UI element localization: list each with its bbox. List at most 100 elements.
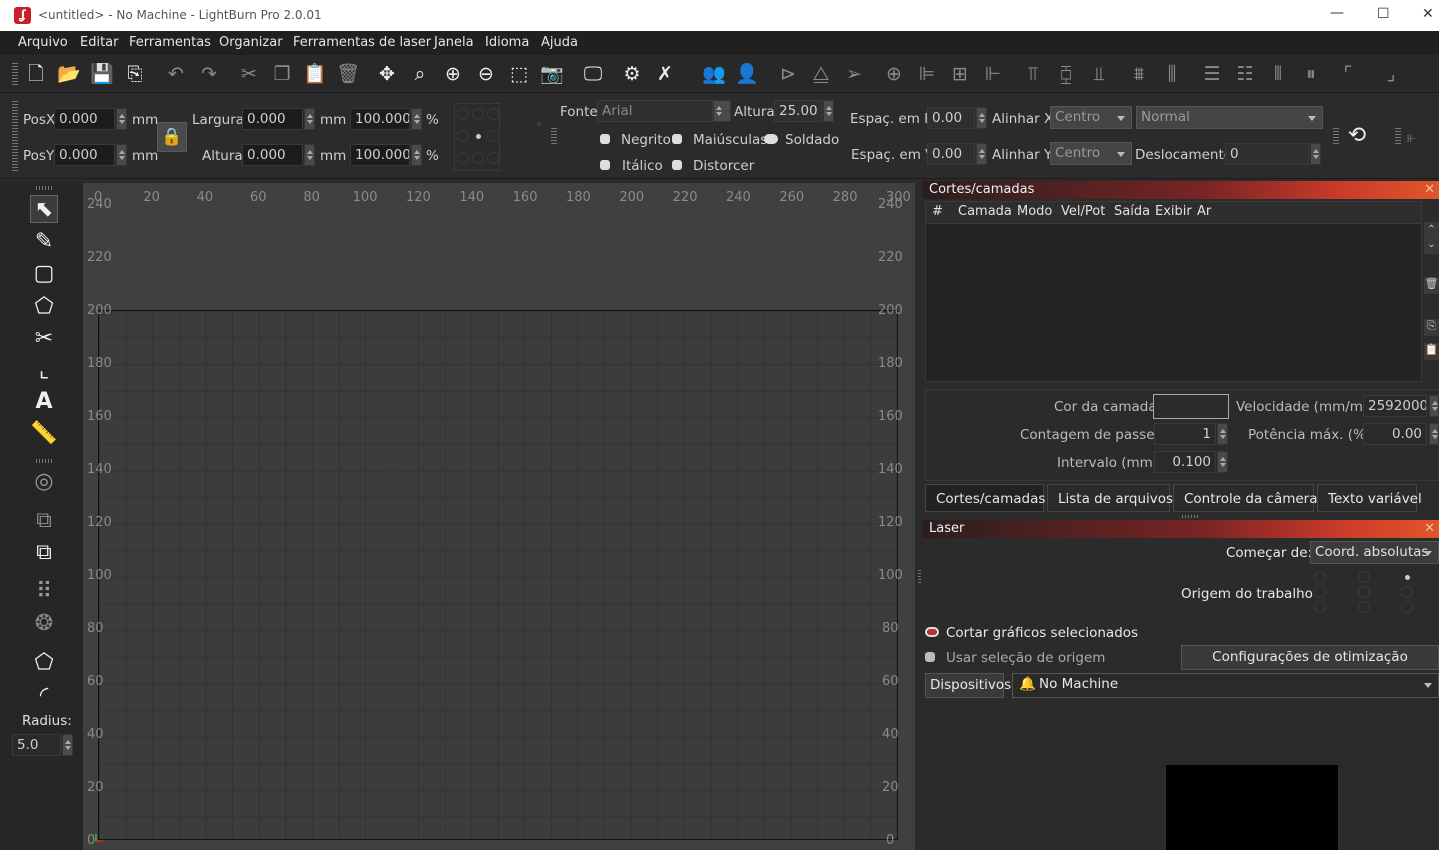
distort-checkbox[interactable]: [672, 160, 682, 170]
mirror-v-icon[interactable]: ⧋: [808, 61, 834, 87]
text-height-field[interactable]: 25.00: [774, 100, 822, 122]
align-top-icon[interactable]: ⫪: [1020, 61, 1046, 87]
frame-tool-icon[interactable]: ⌞: [30, 356, 58, 384]
save-icon[interactable]: 💾: [89, 61, 115, 87]
devices-button[interactable]: Dispositivos: [925, 673, 1011, 698]
delete-icon[interactable]: 🗑: [335, 61, 361, 87]
scale-x-spinner[interactable]: [411, 108, 422, 130]
tools-grip-2[interactable]: [36, 459, 54, 463]
cut-shape-icon[interactable]: ✂: [30, 324, 58, 352]
text-height-spinner[interactable]: [823, 100, 834, 122]
settings-icon[interactable]: ⚙: [619, 61, 645, 87]
cut-selected-toggle[interactable]: [925, 627, 939, 637]
dock-v-icon[interactable]: ☷: [1232, 61, 1258, 87]
tools-icon[interactable]: ✗: [652, 61, 678, 87]
passes-field[interactable]: 1: [1154, 423, 1216, 445]
corner-top-icon[interactable]: ⌜: [1335, 61, 1361, 87]
vspace-field[interactable]: 0.00: [927, 143, 975, 165]
tab-variable-text[interactable]: Texto variável: [1317, 484, 1422, 512]
col-number[interactable]: #: [932, 204, 943, 219]
speed-spinner[interactable]: [1429, 395, 1439, 417]
dock-h-icon[interactable]: ☰: [1199, 61, 1225, 87]
text-grip[interactable]: [551, 128, 557, 146]
offset-field[interactable]: 0: [1225, 143, 1309, 165]
scale-y-field[interactable]: 100.000: [350, 144, 410, 166]
open-folder-icon[interactable]: 📂: [56, 61, 82, 87]
alignx-combo[interactable]: Centro: [1050, 106, 1132, 129]
use-origin-toggle[interactable]: [925, 652, 935, 662]
zoom-fit-icon[interactable]: ⌕: [407, 61, 433, 87]
power-field[interactable]: 0.00: [1363, 423, 1427, 445]
paste-icon[interactable]: 📋: [302, 61, 328, 87]
close-button[interactable]: ✕: [1422, 6, 1434, 22]
menu-janela[interactable]: Janela: [434, 35, 474, 50]
polygon-tool-icon[interactable]: ⬠: [30, 292, 58, 320]
font-dropdown-arrow[interactable]: [713, 100, 731, 122]
width-spinner[interactable]: [304, 108, 315, 130]
corner-bottom-icon[interactable]: ⌟: [1378, 61, 1404, 87]
hspace-spinner[interactable]: [976, 107, 987, 129]
font-combo[interactable]: Arial: [597, 100, 713, 122]
tab-camera-control[interactable]: Controle da câmera: [1173, 484, 1318, 512]
menu-ajuda[interactable]: Ajuda: [541, 35, 578, 50]
text-tool-icon[interactable]: A: [30, 387, 58, 415]
props-grip[interactable]: [12, 101, 18, 171]
align-hcenter-icon[interactable]: ⊞: [947, 61, 973, 87]
width-field[interactable]: 0.000: [242, 108, 303, 130]
anchor-selector[interactable]: [454, 103, 500, 171]
distribute-v-icon[interactable]: ⫼: [1159, 61, 1185, 87]
layer-copy-icon[interactable]: ⎘: [1424, 319, 1439, 336]
posx-field[interactable]: 0.000: [54, 108, 115, 130]
redo-icon[interactable]: ↷: [196, 61, 222, 87]
corner-radius-icon[interactable]: ◜: [30, 681, 58, 709]
send-icon[interactable]: ➢: [841, 61, 867, 87]
cut-icon[interactable]: ✂: [236, 61, 262, 87]
col-layer[interactable]: Camada: [958, 204, 1012, 219]
laser-close-icon[interactable]: ✕: [1424, 520, 1435, 538]
lock-ratio-icon[interactable]: 🔒: [157, 122, 187, 152]
dock-splitter[interactable]: [918, 570, 921, 584]
scale-x-field[interactable]: 100.000: [350, 108, 410, 130]
apply-text-icon[interactable]: ⟲: [1343, 123, 1371, 151]
menu-idioma[interactable]: Idioma: [485, 35, 529, 50]
job-origin-selector[interactable]: [1310, 569, 1439, 619]
menu-ferramentas-laser[interactable]: Ferramentas de laser: [293, 35, 431, 50]
posx-spinner[interactable]: [116, 108, 127, 130]
text-mode-combo[interactable]: Normal: [1136, 106, 1323, 129]
layer-move-buttons[interactable]: ⌃ ⌄: [1424, 222, 1439, 254]
interval-spinner[interactable]: [1217, 451, 1228, 473]
distribute-h-icon[interactable]: ⩩: [1126, 61, 1152, 87]
cuts-close-icon[interactable]: ✕: [1424, 181, 1435, 199]
tab-cuts-layers[interactable]: Cortes/camadas: [925, 484, 1045, 512]
upper-checkbox[interactable]: [672, 134, 682, 144]
offset-tool-icon[interactable]: ⫦: [1407, 127, 1416, 147]
posy-field[interactable]: 0.000: [54, 144, 115, 166]
col-speed-power[interactable]: Vel/Pot: [1061, 204, 1105, 219]
new-file-icon[interactable]: 🗋: [23, 61, 49, 87]
col-air[interactable]: Ar: [1197, 204, 1211, 219]
height-spinner[interactable]: [304, 144, 315, 166]
passes-spinner[interactable]: [1217, 423, 1228, 445]
group-icon[interactable]: 👥: [701, 61, 727, 87]
panel-splitter[interactable]: [1182, 515, 1198, 518]
tab-file-list[interactable]: Lista de arquivos: [1047, 484, 1173, 512]
hspace-field[interactable]: 0.00: [927, 107, 975, 129]
toolbar-grip[interactable]: [12, 63, 18, 87]
pen-tool-icon[interactable]: ✎: [30, 227, 58, 255]
speed-field[interactable]: 2592000: [1363, 395, 1427, 417]
bold-checkbox[interactable]: [600, 134, 610, 144]
col-mode[interactable]: Modo: [1017, 204, 1052, 219]
aligny-combo[interactable]: Centro: [1050, 142, 1132, 165]
menu-editar[interactable]: Editar: [80, 35, 119, 50]
same-width-icon[interactable]: ⫴: [1265, 61, 1291, 87]
optimize-settings-button[interactable]: Configurações de otimização: [1181, 645, 1439, 670]
import-icon[interactable]: ⎘: [122, 61, 148, 87]
grid-array-icon[interactable]: ⠿: [30, 577, 58, 605]
layers-table[interactable]: # Camada Modo Vel/Pot Saída Exibir Ar: [925, 201, 1422, 382]
boolean-diff-icon[interactable]: ⧉: [30, 538, 58, 566]
copy-icon[interactable]: ❐: [269, 61, 295, 87]
zoom-in-icon[interactable]: ⊕: [440, 61, 466, 87]
minimize-button[interactable]: —: [1330, 5, 1344, 21]
layer-color-swatch[interactable]: [1153, 394, 1229, 419]
italic-checkbox[interactable]: [600, 160, 610, 170]
